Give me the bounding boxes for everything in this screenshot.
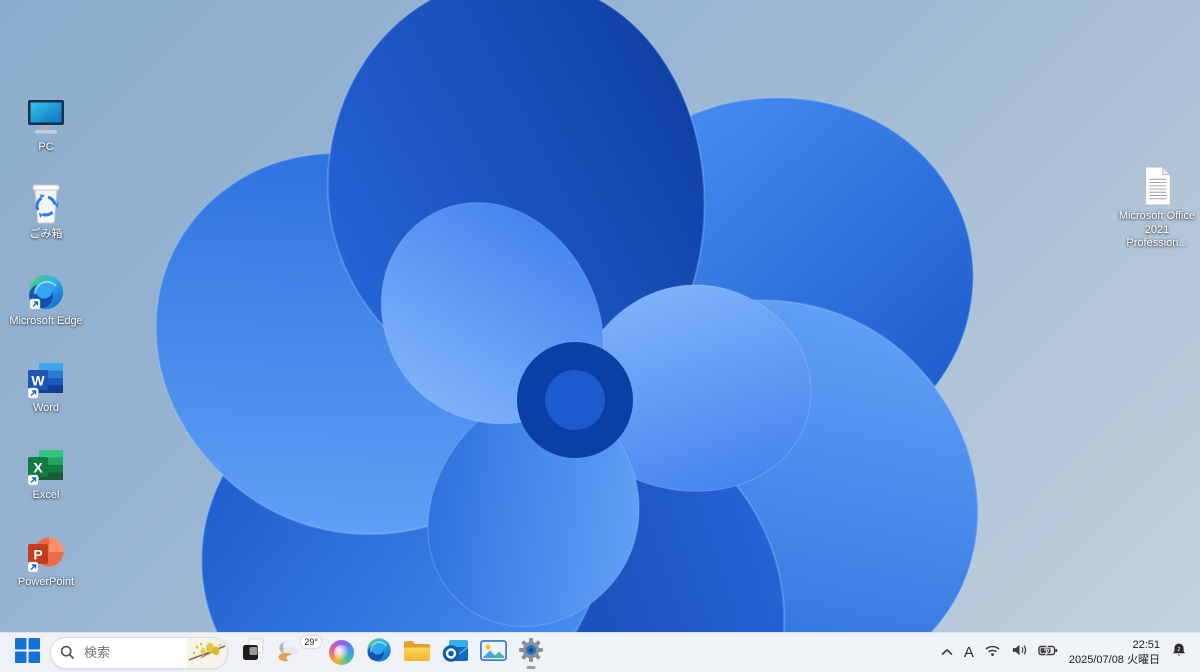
pc-icon: [24, 92, 68, 138]
battery-button[interactable]: [1033, 636, 1063, 670]
settings-gear-icon: [518, 637, 544, 668]
desktop-icon-word[interactable]: W Word: [6, 339, 86, 416]
photos-button[interactable]: [474, 636, 512, 670]
excel-icon: X: [27, 440, 65, 486]
desktop-icon-label: PC: [38, 141, 54, 154]
taskbar: 29°: [0, 632, 1200, 672]
ime-mode-indicator: A: [963, 644, 974, 661]
desktop-icon-excel[interactable]: X Excel: [6, 426, 86, 503]
copilot-button[interactable]: [322, 636, 360, 670]
taskbar-search[interactable]: [50, 636, 228, 669]
desktop-icon-office-document[interactable]: Microsoft Office 2021 Profession...: [1114, 165, 1200, 251]
temperature-badge: 29°: [301, 635, 321, 648]
desktop-icon-powerpoint[interactable]: P PowerPoint: [6, 513, 86, 590]
edge-icon: [26, 266, 66, 312]
excel-letter: X: [33, 460, 43, 476]
file-explorer-icon: [403, 639, 431, 667]
wifi-icon: [984, 643, 1001, 662]
word-letter: W: [31, 373, 45, 389]
bloom-wallpaper-art: [155, 0, 979, 632]
desktop-icon-column-right: Microsoft Office 2021 Profession...: [1114, 165, 1200, 251]
search-daily-image[interactable]: [187, 637, 227, 668]
desktop-icon-label: Microsoft Office 2021 Profession...: [1118, 209, 1196, 250]
powerpoint-letter: P: [33, 547, 42, 563]
speaker-icon: [1011, 643, 1028, 662]
desktop-icon-recycle-bin[interactable]: ごみ箱: [6, 165, 86, 242]
desktop-icon-column: PC ごみ箱 Microsoft Edge W Word X Excel P P…: [6, 78, 86, 590]
bell-do-not-disturb-icon: z: [1171, 642, 1187, 663]
volume-button[interactable]: [1006, 636, 1033, 670]
network-button[interactable]: [979, 636, 1006, 670]
desktop-wallpaper: PC ごみ箱 Microsoft Edge W Word X Excel P P…: [0, 0, 1200, 672]
desktop-icon-microsoft-edge[interactable]: Microsoft Edge: [6, 252, 86, 329]
desktop-icon-label: Word: [32, 402, 60, 415]
weather-widget[interactable]: 29°: [272, 634, 322, 672]
text-document-icon: [1138, 165, 1176, 207]
task-view-button[interactable]: [234, 636, 272, 670]
outlook-icon: [442, 637, 469, 669]
running-app-indicator: [526, 665, 536, 669]
start-button[interactable]: [8, 636, 46, 670]
battery-charging-icon: [1038, 644, 1058, 662]
chevron-up-icon: [940, 644, 954, 662]
file-explorer-button[interactable]: [398, 636, 436, 670]
desktop-icon-label: Excel: [32, 489, 60, 502]
powerpoint-icon: P: [27, 527, 65, 573]
search-input[interactable]: [82, 644, 178, 661]
tray-overflow-button[interactable]: [935, 636, 959, 670]
notification-center-button[interactable]: z: [1166, 636, 1192, 670]
desktop-icon-label: ごみ箱: [29, 228, 63, 241]
windows-logo-icon: [14, 637, 40, 668]
svg-text:z: z: [1177, 646, 1180, 653]
clock-time: 22:51: [1132, 639, 1160, 652]
edge-icon: [366, 637, 392, 668]
word-icon: W: [27, 353, 65, 399]
desktop-icon-label: Microsoft Edge: [9, 315, 83, 328]
clock-date: 2025/07/08 火曜日: [1068, 653, 1160, 666]
photos-icon: [479, 639, 507, 666]
desktop-icon-label: PowerPoint: [17, 576, 75, 589]
ime-mode-button[interactable]: A: [959, 636, 979, 670]
desktop-icon-pc[interactable]: PC: [6, 78, 86, 155]
system-tray: A 22:51 2025/07/08 火曜日 z: [935, 636, 1192, 670]
outlook-button[interactable]: [436, 636, 474, 670]
clock[interactable]: 22:51 2025/07/08 火曜日: [1063, 638, 1166, 667]
settings-button[interactable]: [512, 636, 550, 670]
edge-button[interactable]: [360, 636, 398, 670]
recycle-bin-icon: [26, 179, 66, 225]
search-icon: [60, 645, 75, 660]
copilot-icon: [328, 640, 354, 665]
task-view-icon: [240, 637, 266, 668]
